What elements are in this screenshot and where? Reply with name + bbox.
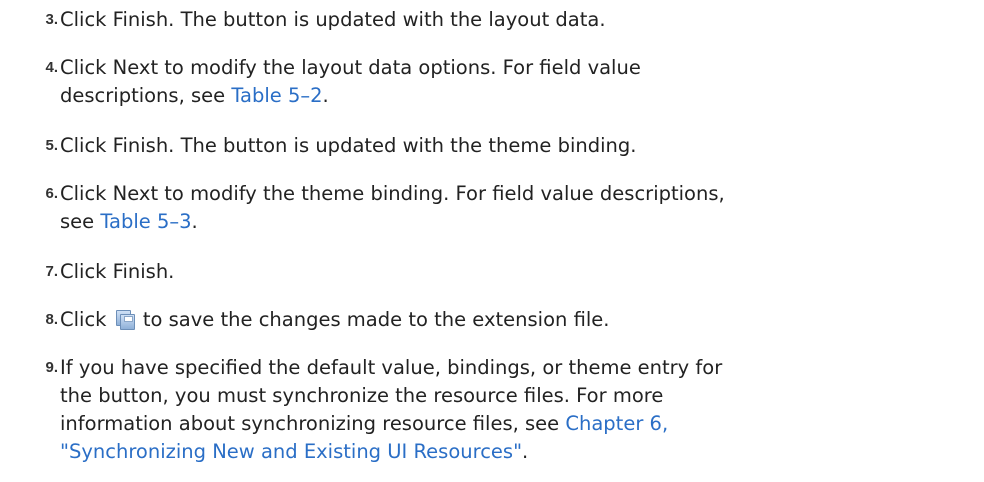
step-number: 6. bbox=[45, 185, 58, 202]
table-5-2-link[interactable]: Table 5–2 bbox=[231, 84, 322, 107]
step-number: 3. bbox=[45, 11, 58, 28]
table-5-3-link[interactable]: Table 5–3 bbox=[100, 210, 191, 233]
step-number: 9. bbox=[45, 359, 58, 376]
chapter-6-link[interactable]: Chapter 6, bbox=[565, 412, 668, 435]
step-text: Click Finish. The button is updated with… bbox=[60, 8, 606, 31]
save-all-icon bbox=[115, 309, 135, 330]
step-text: Click Next to modify the layout data opt… bbox=[60, 56, 641, 107]
chapter-6-title-link[interactable]: "Synchronizing New and Existing UI Resou… bbox=[60, 440, 522, 463]
step-text: Click Finish. The button is updated with… bbox=[60, 134, 637, 157]
step-number: 5. bbox=[45, 137, 58, 154]
step-number: 7. bbox=[45, 263, 58, 280]
step-number: 4. bbox=[45, 59, 58, 76]
step-text: If you have specified the default value,… bbox=[60, 356, 723, 463]
step-text: Click Next to modify the theme binding. … bbox=[60, 182, 725, 233]
step-number: 8. bbox=[45, 311, 58, 328]
step-text: Click to save the changes made to the ex… bbox=[60, 308, 610, 331]
step-text: Click Finish. bbox=[60, 260, 175, 283]
